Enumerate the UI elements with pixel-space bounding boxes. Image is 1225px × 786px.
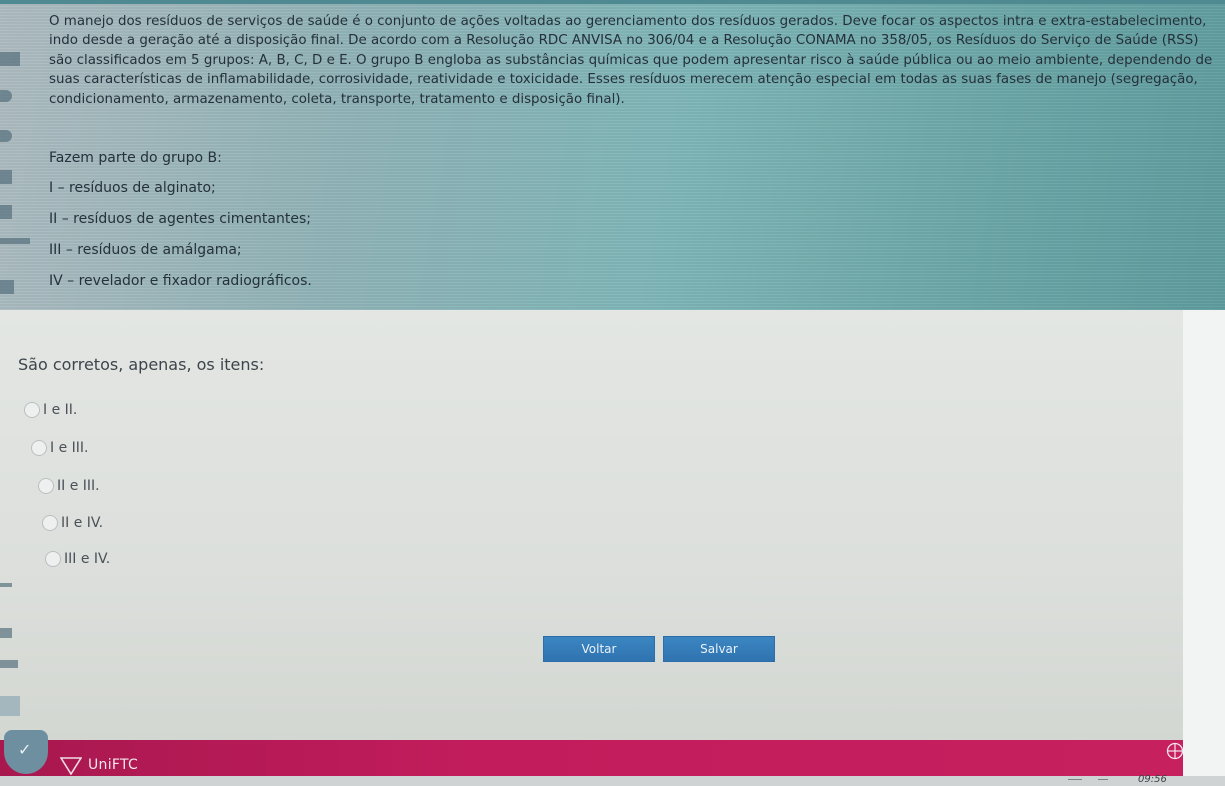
option-label: I e II. (43, 402, 78, 418)
option-label: III e IV. (64, 551, 111, 567)
item-4: IV – revelador e fixador radiográficos. (49, 273, 312, 289)
sidebar-icon[interactable] (0, 628, 12, 638)
top-strip (0, 0, 1225, 4)
option-b[interactable]: I e III. (31, 440, 88, 456)
radio-button[interactable] (31, 440, 47, 456)
sidebar-icon[interactable] (0, 660, 18, 668)
option-label: I e III. (50, 440, 89, 456)
radio-button[interactable] (24, 402, 40, 418)
sidebar-icon[interactable] (0, 280, 14, 294)
back-button[interactable]: Voltar (543, 636, 655, 662)
question-statement: O manejo dos resíduos de serviços de saú… (49, 14, 1213, 107)
item-1: I – resíduos de alginato; (49, 180, 216, 196)
taskbar-mark (1068, 779, 1082, 780)
radio-button[interactable] (38, 478, 54, 494)
clock: 09:56 (1138, 774, 1167, 785)
sidebar-icon[interactable] (0, 238, 30, 244)
sidebar-icon[interactable] (0, 52, 20, 66)
option-label: II e III. (57, 478, 100, 494)
right-strip (1183, 310, 1225, 786)
sidebar-icon[interactable] (0, 90, 12, 102)
item-3: III – resíduos de amálgama; (49, 242, 242, 258)
radio-button[interactable] (42, 515, 58, 531)
globe-icon[interactable] (1166, 742, 1184, 760)
footer-bar (0, 740, 1183, 776)
sidebar-icon[interactable] (0, 583, 12, 587)
sidebar-icon[interactable] (0, 205, 12, 219)
items-title: Fazem parte do grupo B: (49, 150, 222, 166)
option-e[interactable]: III e IV. (45, 551, 110, 567)
footer-bottom (0, 776, 1225, 786)
option-label: II e IV. (61, 515, 104, 531)
save-button[interactable]: Salvar (663, 636, 775, 662)
shield-icon[interactable]: ✓ (4, 730, 48, 774)
option-d[interactable]: II e IV. (42, 515, 103, 531)
uniftc-logo-icon (60, 757, 82, 775)
radio-button[interactable] (45, 551, 61, 567)
option-a[interactable]: I e II. (24, 402, 77, 418)
sidebar-icon[interactable] (0, 130, 12, 142)
answer-panel (0, 310, 1183, 740)
item-2: II – resíduos de agentes cimentantes; (49, 211, 311, 227)
question-prompt: São corretos, apenas, os itens: (18, 355, 265, 374)
taskbar-mark (1098, 779, 1108, 780)
document-icon[interactable] (0, 696, 20, 716)
sidebar-icon[interactable] (0, 170, 12, 184)
brand-name: UniFTC (88, 757, 139, 773)
option-c[interactable]: II e III. (38, 478, 100, 494)
